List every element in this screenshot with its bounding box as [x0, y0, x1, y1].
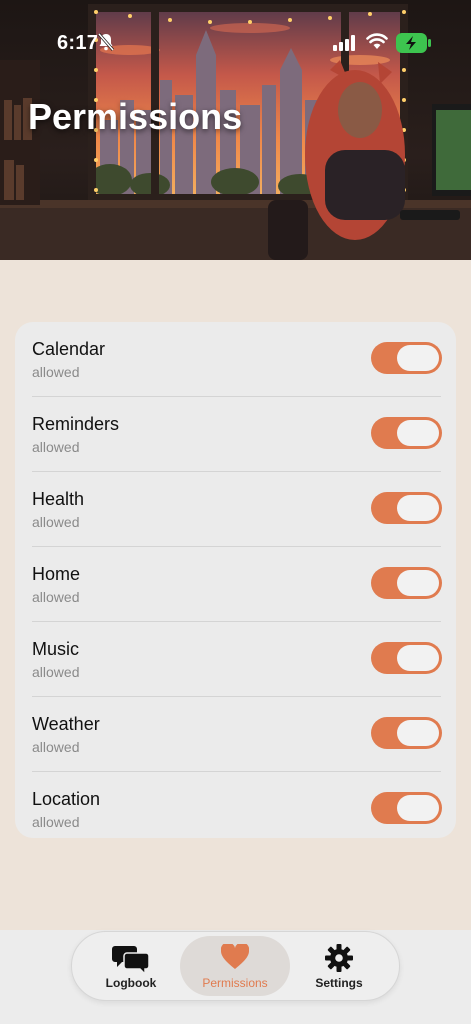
permission-label: Home [32, 564, 81, 584]
tab-label: Logbook [105, 976, 157, 990]
permission-row-health: Health allowed [15, 472, 456, 547]
header-banner: 6:17 Permissions [0, 0, 471, 260]
permission-row-home: Home allowed [15, 547, 456, 622]
toggle-knob [397, 645, 439, 671]
location-toggle[interactable] [371, 792, 442, 824]
toggle-knob [397, 495, 439, 521]
permission-status: allowed [32, 664, 80, 680]
tab-logbook[interactable]: Logbook [76, 936, 186, 996]
tab-label: Settings [315, 976, 363, 990]
permission-label: Reminders [32, 414, 120, 434]
permission-row-music: Music allowed [15, 622, 456, 697]
tab-settings[interactable]: Settings [284, 936, 394, 996]
permission-status: allowed [32, 814, 80, 830]
heart-icon [220, 942, 250, 975]
status-time: 6:17 [57, 32, 99, 54]
health-toggle[interactable] [371, 492, 442, 524]
status-bar: 6:17 [0, 0, 471, 88]
toggle-knob [397, 420, 439, 446]
tab-label: Permissions [202, 976, 268, 990]
permission-status: allowed [32, 439, 80, 455]
toggle-knob [397, 345, 439, 371]
permission-row-weather: Weather allowed [15, 697, 456, 772]
permission-status: allowed [32, 589, 80, 605]
toggle-knob [397, 795, 439, 821]
home-toggle[interactable] [371, 567, 442, 599]
permission-label: Health [32, 489, 85, 509]
permission-row-calendar: Calendar allowed [15, 322, 456, 397]
weather-toggle[interactable] [371, 717, 442, 749]
toggle-knob [397, 570, 439, 596]
permissions-list: Calendar allowed Reminders allowed Healt… [15, 322, 456, 838]
permission-status: allowed [32, 364, 80, 380]
permission-status: allowed [32, 514, 80, 530]
calendar-toggle[interactable] [371, 342, 442, 374]
permission-label: Music [32, 639, 80, 659]
permission-label: Weather [32, 714, 100, 734]
permission-row-location: Location allowed [15, 772, 456, 838]
permission-row-reminders: Reminders allowed [15, 397, 456, 472]
page-title: Permissions [28, 96, 243, 137]
permission-status: allowed [32, 739, 80, 755]
chat-bubbles-icon [112, 944, 150, 979]
permission-label: Location [32, 789, 101, 809]
permission-label: Calendar [32, 339, 106, 359]
reminders-toggle[interactable] [371, 417, 442, 449]
music-toggle[interactable] [371, 642, 442, 674]
tab-bar: Logbook Permissions Settings [71, 931, 400, 1001]
gear-icon [325, 944, 353, 977]
toggle-knob [397, 720, 439, 746]
tab-permissions[interactable]: Permissions [180, 936, 290, 996]
